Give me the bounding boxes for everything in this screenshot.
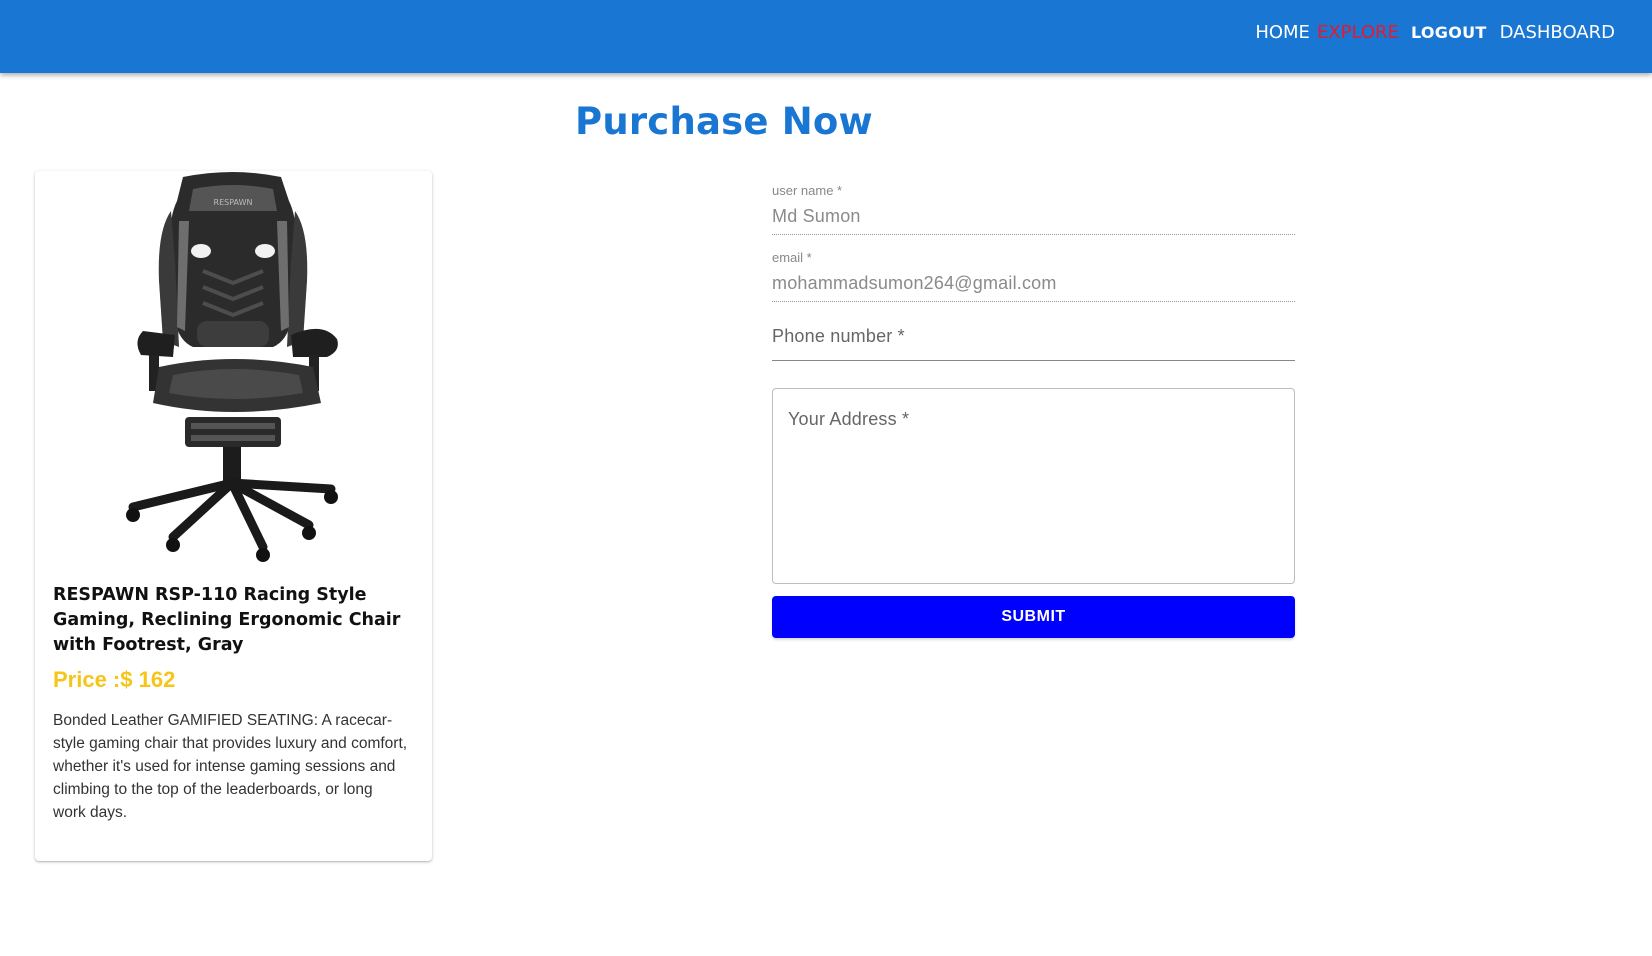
username-value: Md Sumon: [772, 201, 1295, 235]
nav-logout-link[interactable]: LOGOUT: [1411, 23, 1487, 42]
submit-button[interactable]: SUBMIT: [772, 596, 1295, 638]
gaming-chair-image: RESPAWN: [126, 172, 338, 562]
phone-number-placeholder: Phone number *: [772, 326, 905, 346]
email-label: email *: [772, 250, 812, 265]
address-placeholder: Your Address *: [788, 409, 910, 429]
main-nav: HOME EXPLORE LOGOUT DASHBOARD: [1255, 22, 1615, 43]
username-label: user name *: [772, 183, 843, 198]
email-value: mohammadsumon264@gmail.com: [772, 268, 1295, 302]
page-title: Purchase Now: [575, 100, 873, 143]
nav-explore-link[interactable]: EXPLORE: [1317, 22, 1399, 43]
nav-home-link[interactable]: HOME: [1255, 22, 1310, 43]
username-field[interactable]: user name * Md Sumon: [772, 183, 1295, 235]
email-field[interactable]: email * mohammadsumon264@gmail.com: [772, 250, 1295, 302]
product-name: RESPAWN RSP-110 Racing Style Gaming, Rec…: [53, 585, 401, 655]
product-description: Bonded Leather GAMIFIED SEATING: A racec…: [53, 712, 408, 821]
phone-number-input[interactable]: Phone number *: [772, 326, 1295, 361]
address-textarea[interactable]: Your Address *: [772, 388, 1295, 584]
app-bar: HOME EXPLORE LOGOUT DASHBOARD: [0, 0, 1652, 73]
product-card: RESPAWN RESPAWN RSP-110 Racing Style Gam…: [35, 171, 432, 861]
nav-dashboard-link[interactable]: DASHBOARD: [1500, 22, 1615, 43]
product-price: Price :$ 162: [53, 667, 176, 692]
chair-brand-text: RESPAWN: [214, 198, 253, 207]
